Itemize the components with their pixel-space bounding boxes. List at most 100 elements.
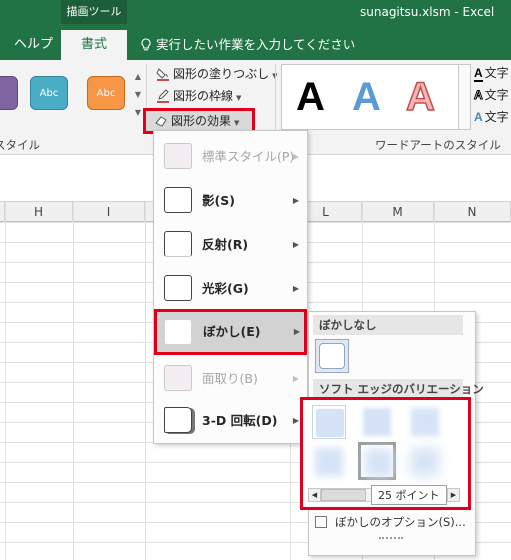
document-title: sunagitsu.xlsm - Excel [360,5,495,19]
text-outline-button[interactable]: A 文字 [474,86,509,104]
checkbox-icon [315,516,327,528]
chevron-right-icon: ▶ [292,416,299,425]
soft-edge-preview [363,408,391,436]
wordart-gallery-scroll[interactable] [459,64,471,130]
soft-edge-variation[interactable] [360,405,394,439]
text-fill-icon: A [474,66,483,82]
menu-item-label: 面取り(B) [202,371,258,386]
shape-outline-label: 図形の枠線 [173,89,234,103]
scrollbar-thumb[interactable] [321,489,366,501]
text-effects-button[interactable]: A 文字 [474,108,509,126]
paint-bucket-icon [156,68,169,81]
tell-me-search[interactable]: 実行したい作業を入力してください [140,30,355,60]
shape-effects-icon [155,116,167,127]
chevron-right-icon: ▶ [292,196,299,205]
tab-help[interactable]: ヘルプ [14,30,53,60]
ribbon-tab-row: ヘルプ 書式 実行したい作業を入力してください [0,24,511,60]
chevron-right-icon: ▶ [292,284,299,293]
column-header-n[interactable]: N [434,202,511,222]
soft-edges-submenu: ぼかしなし ソフト エッジのバリエーション ◀ ▶ 25 ポイント ぼかしのオプ… [300,311,484,556]
chevron-right-icon: ▶ [293,327,300,336]
wordart-sample-red[interactable]: A [405,73,435,121]
no-soft-edges-preview [319,343,345,369]
shape-style-swatch-orange[interactable]: Abc [87,76,125,110]
title-bar: 描画ツール sunagitsu.xlsm - Excel [0,0,511,24]
context-tab-drawing-tools: 描画ツール [61,0,127,24]
grid-line [5,202,6,560]
text-fill-button[interactable]: A 文字 [474,64,509,82]
menu-item-shadow[interactable]: 影(S) ▶ [158,181,303,221]
bevel-thumbnail [164,365,192,391]
menu-item-label: 標準スタイル(P) [202,149,295,164]
group-label-shape-styles: スタイル [0,138,40,152]
resize-grip[interactable] [379,537,403,543]
column-header-h[interactable]: H [5,202,73,222]
text-outline-label: 文字 [484,88,509,102]
text-effects-label: 文字 [484,110,509,124]
text-fill-label: 文字 [484,66,509,80]
menu-item-glow[interactable]: 光彩(G) ▶ [158,269,303,309]
tooltip: 25 ポイント [371,485,447,505]
group-label-wordart-styles: ワードアートのスタイル [375,138,501,152]
column-header-m[interactable]: M [362,202,434,222]
shape-fill-button[interactable]: 図形の塗りつぶし▼ [156,64,278,84]
wordart-sample-blue[interactable]: A [352,73,381,121]
lightbulb-icon [141,38,151,51]
soft-edge-preview [365,449,393,477]
menu-item-label: 影(S) [202,193,235,208]
chevron-up-icon[interactable]: ▲ [132,68,144,86]
menu-item-label: 光彩(G) [202,281,249,296]
soft-edge-variation[interactable] [312,405,346,439]
menu-item-reflection[interactable]: 反射(R) ▶ [158,225,303,265]
no-soft-edges-option[interactable] [315,339,349,373]
menu-item-preset[interactable]: 標準スタイル(P) ▶ [158,137,303,177]
chevron-right-icon: ▶ [292,240,299,249]
grid-line [73,202,74,560]
grid-line [145,202,146,560]
menu-item-3d-rotation[interactable]: 3-D 回転(D) ▶ [158,401,303,441]
soft-edge-preview [316,409,344,437]
chevron-down-icon: ▼ [236,94,242,102]
shape-style-swatch-teal[interactable]: Abc [30,76,68,110]
wordart-sample-black[interactable]: A [296,73,325,121]
soft-edge-options-label: ぼかしのオプション(S)... [335,515,466,529]
shape-effects-menu: 標準スタイル(P) ▶ 影(S) ▶ 反射(R) ▶ 光彩(G) ▶ ぼかし(E… [153,130,308,444]
pencil-icon [157,89,169,103]
ribbon-divider [275,64,276,134]
soft-edge-preview [411,408,439,436]
soft-edge-options-menu-item[interactable]: ぼかしのオプション(S)... [315,513,466,531]
soft-edge-variation[interactable] [408,405,442,439]
shape-fill-label: 図形の塗りつぶし [173,67,270,81]
shape-style-swatch-purple[interactable] [0,76,18,110]
soft-edge-variation[interactable] [312,445,346,479]
soft-edge-variation-hovered[interactable] [358,442,396,480]
tell-me-placeholder: 実行したい作業を入力してください [156,37,356,52]
glow-thumbnail [164,275,192,301]
chevron-right-icon[interactable]: ▶ [447,489,459,501]
soft-edge-preview [315,448,343,476]
3d-rotation-thumbnail [164,407,192,433]
shadow-thumbnail [164,187,192,213]
menu-item-soft-edges[interactable]: ぼかし(E) ▶ [154,309,307,355]
no-soft-edges-header: ぼかしなし [313,315,463,335]
chevron-right-icon: ▶ [292,152,299,161]
chevron-left-icon[interactable]: ◀ [309,489,321,501]
soft-edge-variation[interactable] [408,445,442,479]
menu-item-label: ぼかし(E) [203,324,261,339]
menu-item-bevel[interactable]: 面取り(B) ▶ [158,359,303,399]
shape-effects-label: 図形の効果 [171,114,232,128]
chevron-down-icon: ▼ [234,119,240,127]
menu-item-label: 反射(R) [202,237,249,252]
column-header-i[interactable]: I [73,202,145,222]
soft-edge-variations-header: ソフト エッジのバリエーション [313,379,484,399]
chevron-right-icon: ▶ [292,374,299,383]
soft-edge-preview [411,448,439,476]
reflection-thumbnail [164,231,192,257]
tab-format[interactable]: 書式 [61,30,127,60]
menu-item-label: 3-D 回転(D) [202,413,278,428]
preset-thumbnail [164,143,192,169]
chevron-down-icon[interactable]: ▼ [132,86,144,104]
wordart-gallery: A A A [281,64,459,130]
soft-edges-thumbnail [164,319,192,345]
shape-outline-button[interactable]: 図形の枠線 ▼ [156,86,241,106]
